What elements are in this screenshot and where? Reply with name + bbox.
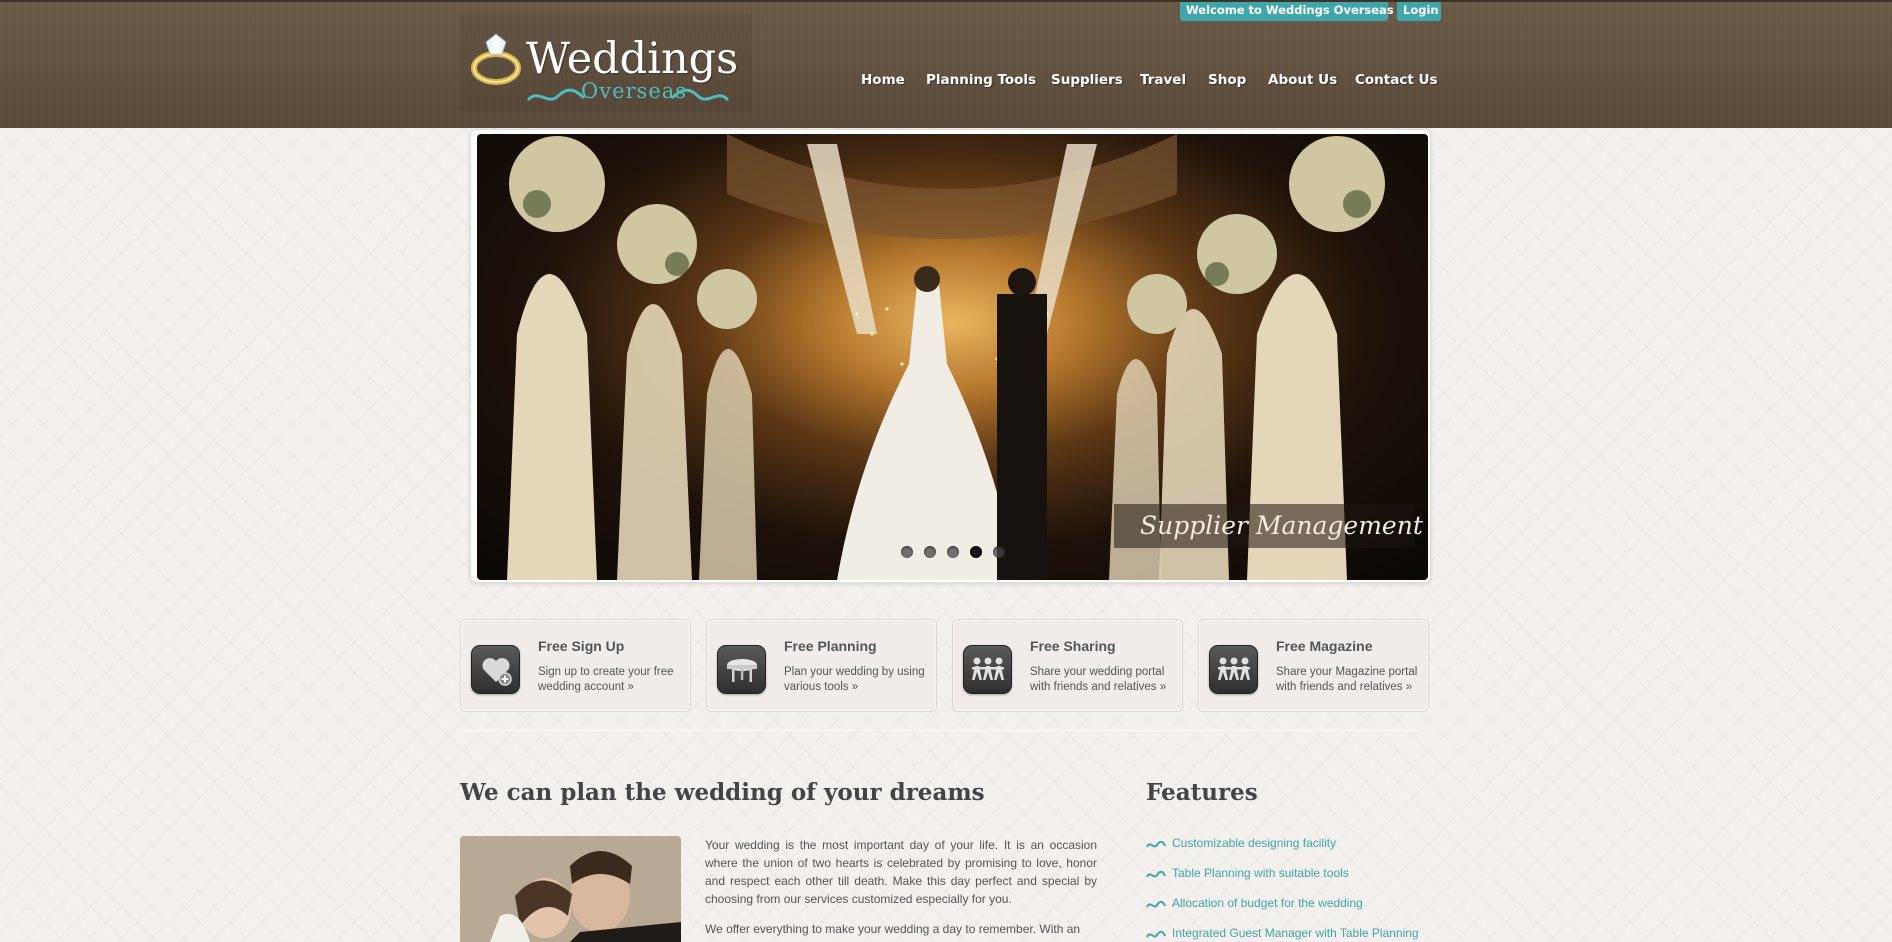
box-title: Free Planning xyxy=(784,638,877,654)
box-description[interactable]: Share your Magazine portal with friends … xyxy=(1276,665,1424,695)
features-heading: Features xyxy=(1146,779,1258,806)
feature-box-sign-up[interactable]: Free Sign Up Sign up to create your free… xyxy=(460,619,691,712)
nav-suppliers[interactable]: Suppliers xyxy=(1051,72,1123,88)
nav-planning-tools[interactable]: Planning Tools xyxy=(926,72,1036,88)
feature-link[interactable]: Integrated Guest Manager with Table Plan… xyxy=(1172,926,1419,940)
site-logo[interactable]: Weddings Overseas xyxy=(460,12,752,112)
slide-dot-5[interactable] xyxy=(993,546,1005,558)
swirl-bullet-icon xyxy=(1146,870,1166,878)
slide-dot-1[interactable] xyxy=(901,546,913,558)
slide-dot-2[interactable] xyxy=(924,546,936,558)
nav-home[interactable]: Home xyxy=(861,72,905,88)
box-title: Free Magazine xyxy=(1276,638,1373,654)
intro-paragraph: Your wedding is the most important day o… xyxy=(705,838,1097,906)
slide-dot-4[interactable] xyxy=(970,546,982,558)
slide-image[interactable]: Supplier Management xyxy=(477,134,1428,580)
nav-shop[interactable]: Shop xyxy=(1208,72,1246,88)
logo-title: Weddings xyxy=(526,34,739,84)
feature-box-magazine[interactable]: Free Magazine Share your Magazine portal… xyxy=(1198,619,1429,712)
welcome-badge[interactable]: Welcome to Weddings Overseas xyxy=(1180,2,1394,21)
couple-photo xyxy=(460,836,681,942)
swirl-icon xyxy=(670,88,730,102)
slide-caption: Supplier Management xyxy=(1114,504,1423,548)
heart-add-icon xyxy=(471,645,520,694)
feature-link[interactable]: Allocation of budget for the wedding xyxy=(1172,896,1363,910)
section-divider xyxy=(460,730,1421,731)
people-icon xyxy=(1209,645,1258,694)
box-title: Free Sign Up xyxy=(538,638,625,654)
main-heading: We can plan the wedding of your dreams xyxy=(460,779,985,806)
hero-slider: Supplier Management xyxy=(470,129,1431,583)
swirl-icon xyxy=(526,88,586,102)
intro-text: Your wedding is the most important day o… xyxy=(705,836,1097,942)
box-description[interactable]: Share your wedding portal with friends a… xyxy=(1030,665,1178,695)
swirl-bullet-icon xyxy=(1146,900,1166,908)
box-description[interactable]: Plan your wedding by using various tools… xyxy=(784,665,932,695)
ring-icon xyxy=(471,33,521,85)
feature-box-planning[interactable]: Free Planning Plan your wedding by using… xyxy=(706,619,937,712)
feature-link[interactable]: Customizable designing facility xyxy=(1172,836,1336,850)
nav-travel[interactable]: Travel xyxy=(1140,72,1186,88)
box-title: Free Sharing xyxy=(1030,638,1116,654)
swirl-bullet-icon xyxy=(1146,840,1166,848)
swirl-bullet-icon xyxy=(1146,930,1166,938)
feature-link[interactable]: Table Planning with suitable tools xyxy=(1172,866,1349,880)
site-header: Weddings Overseas Welcome to Weddings Ov… xyxy=(0,0,1892,128)
login-button[interactable]: Login xyxy=(1397,2,1441,21)
table-icon xyxy=(717,645,766,694)
people-icon xyxy=(963,645,1012,694)
intro-paragraph: We offer everything to make your wedding… xyxy=(705,922,1081,936)
nav-contact-us[interactable]: Contact Us xyxy=(1355,72,1438,88)
slide-dot-3[interactable] xyxy=(947,546,959,558)
nav-about-us[interactable]: About Us xyxy=(1268,72,1337,88)
feature-box-sharing[interactable]: Free Sharing Share your wedding portal w… xyxy=(952,619,1183,712)
box-description[interactable]: Sign up to create your free wedding acco… xyxy=(538,665,686,695)
